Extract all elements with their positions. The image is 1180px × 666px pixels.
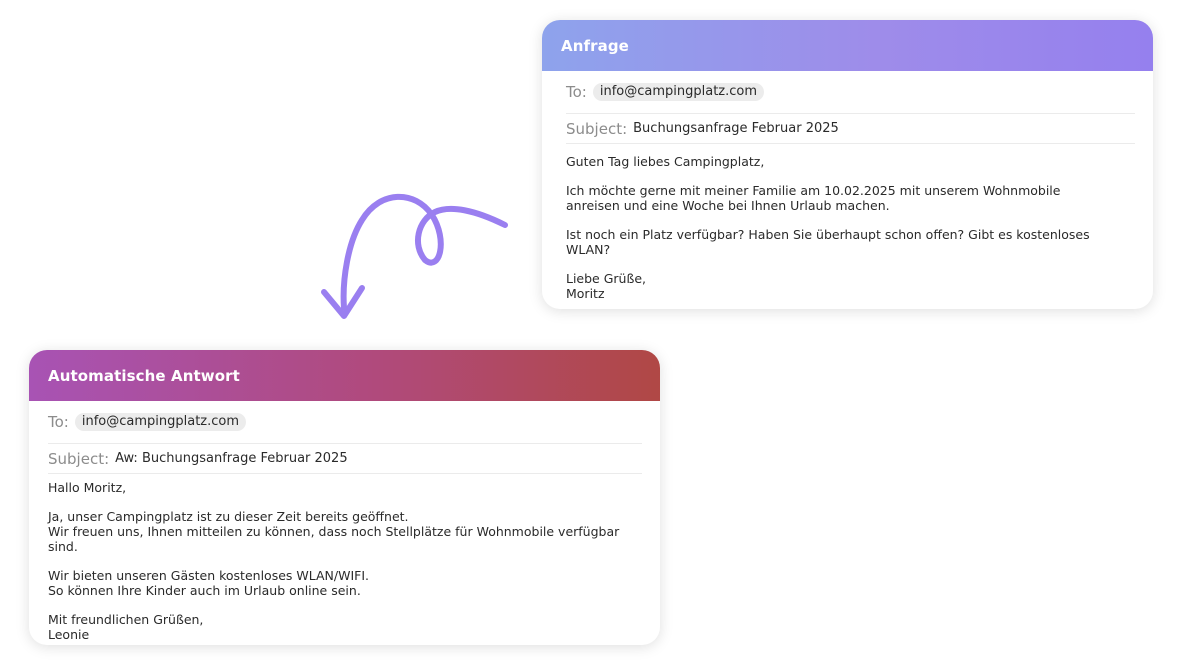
reply-body-line: Leonie xyxy=(48,627,90,642)
request-body-line: Liebe Grüße, xyxy=(566,271,647,286)
reply-subject-value: Aw: Buchungsanfrage Februar 2025 xyxy=(115,451,348,466)
request-body-line: Ich möchte gerne mit meiner Familie am 1… xyxy=(566,183,1061,198)
reply-body-line: Wir freuen uns, Ihnen mitteilen zu könne… xyxy=(48,524,620,554)
reply-card-body: To: info@campingplatz.com Subject: Aw: B… xyxy=(29,401,660,642)
request-body-line: anreisen und eine Woche bei Ihnen Urlaub… xyxy=(566,198,890,213)
reply-body-line: Ja, unser Campingplatz ist zu dieser Zei… xyxy=(48,509,409,524)
request-subject-value: Buchungsanfrage Februar 2025 xyxy=(633,121,839,136)
request-message-body: Guten Tag liebes Campingplatz, Ich möcht… xyxy=(566,144,1135,301)
reply-card-title: Automatische Antwort xyxy=(29,350,660,401)
stage: Anfrage To: info@campingplatz.com Subjec… xyxy=(0,0,1180,666)
request-recipient-chip[interactable]: info@campingplatz.com xyxy=(592,83,765,101)
reply-recipient-chip[interactable]: info@campingplatz.com xyxy=(74,413,247,431)
request-card-body: To: info@campingplatz.com Subject: Buchu… xyxy=(542,71,1153,301)
request-body-line: Moritz xyxy=(566,286,605,301)
request-to-row: To: info@campingplatz.com xyxy=(566,71,1135,114)
reply-subject-row: Subject: Aw: Buchungsanfrage Februar 202… xyxy=(48,444,642,474)
request-to-label: To: xyxy=(566,83,587,101)
reply-body-line: Wir bieten unseren Gästen kostenloses WL… xyxy=(48,568,369,583)
request-subject-row: Subject: Buchungsanfrage Februar 2025 xyxy=(566,114,1135,144)
request-body-line: Guten Tag liebes Campingplatz, xyxy=(566,154,765,169)
reply-body-line: Hallo Moritz, xyxy=(48,480,127,495)
request-email-card: Anfrage To: info@campingplatz.com Subjec… xyxy=(542,20,1153,309)
request-card-title: Anfrage xyxy=(542,20,1153,71)
reply-body-line: So können Ihre Kinder auch im Urlaub onl… xyxy=(48,583,361,598)
reply-to-row: To: info@campingplatz.com xyxy=(48,401,642,444)
reply-subject-label: Subject: xyxy=(48,449,110,468)
reply-to-label: To: xyxy=(48,413,69,431)
reply-body-line: Mit freundlichen Grüßen, xyxy=(48,612,204,627)
curved-arrow-icon xyxy=(321,193,508,319)
reply-message-body: Hallo Moritz, Ja, unser Campingplatz ist… xyxy=(48,474,642,642)
request-body-line: Ist noch ein Platz verfügbar? Haben Sie … xyxy=(566,227,1090,257)
reply-email-card: Automatische Antwort To: info@campingpla… xyxy=(29,350,660,645)
request-subject-label: Subject: xyxy=(566,119,628,138)
